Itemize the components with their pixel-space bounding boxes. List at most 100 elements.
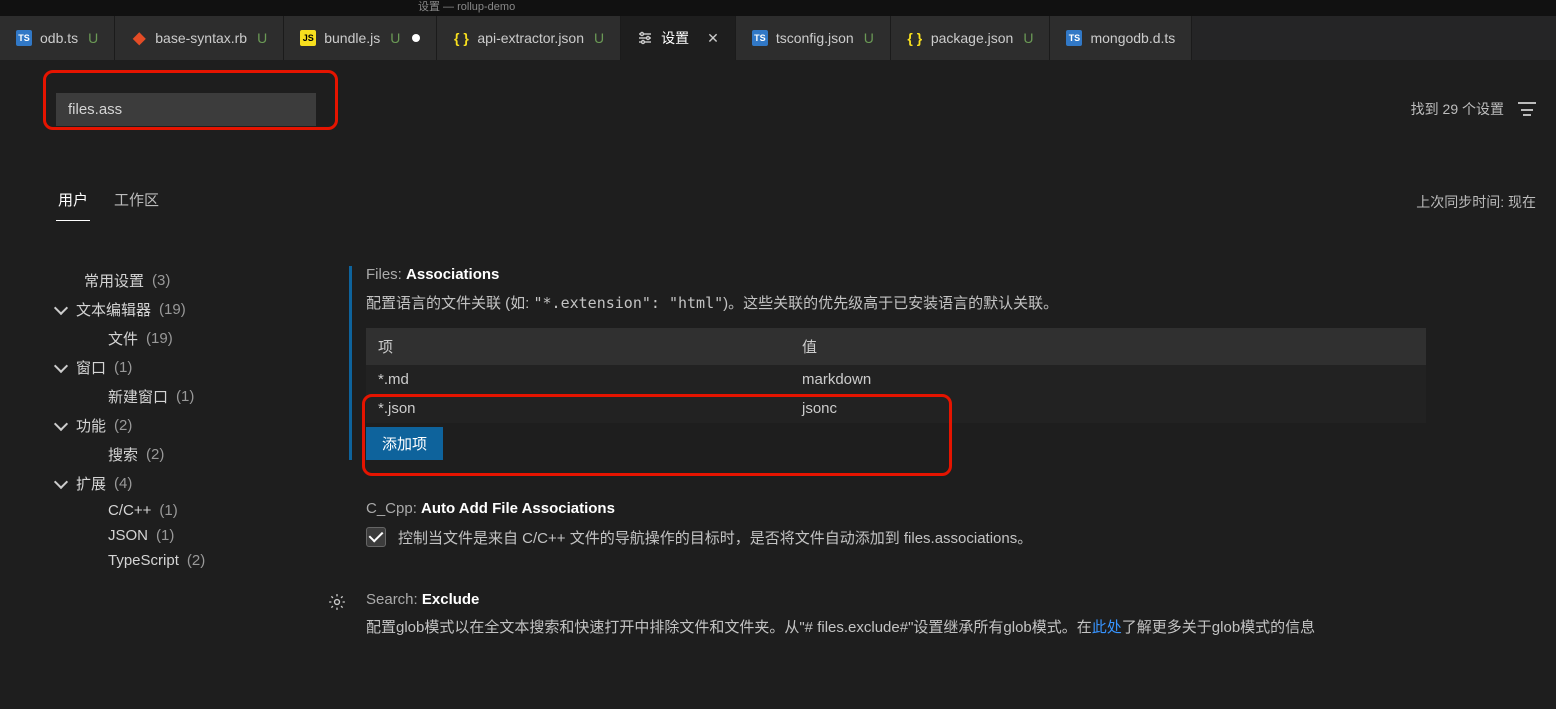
typescript-icon: TS — [752, 30, 768, 46]
chevron-down-icon — [54, 417, 68, 431]
tab-label: mongodb.d.ts — [1090, 30, 1175, 46]
assoc-key: *.md — [366, 365, 790, 394]
git-status-badge: U — [88, 30, 98, 46]
git-status-badge: U — [257, 30, 267, 46]
tree-item-file[interactable]: 文件 (19) — [56, 324, 326, 353]
setting-title-prefix: Search: — [366, 591, 422, 608]
tree-label: 窗口 — [76, 357, 106, 378]
tree-count: (19) — [146, 330, 173, 347]
settings-list: Files: Associations 配置语言的文件关联 (如: "*.ext… — [366, 266, 1556, 709]
tree-count: (2) — [187, 552, 205, 569]
close-icon[interactable]: ✕ — [707, 30, 719, 47]
tab-label: 设置 — [661, 28, 689, 48]
editor-tab[interactable]: { } api-extractor.json U — [437, 16, 621, 60]
tab-label: package.json — [931, 30, 1014, 46]
tree-count: (1) — [156, 527, 174, 544]
tree-item-cpp[interactable]: C/C++ (1) — [56, 498, 326, 523]
settings-scope-tabs: 用户 工作区 上次同步时间: 现在 — [56, 140, 1556, 235]
editor-tab[interactable]: TSodb.tsU — [0, 16, 115, 60]
tree-label: 扩展 — [76, 473, 106, 494]
chevron-down-icon — [54, 475, 68, 489]
setting-description: 配置语言的文件关联 (如: "*.extension": "html")。这些关… — [366, 291, 1536, 316]
editor-tab[interactable]: JSbundle.jsU — [284, 16, 437, 60]
chevron-down-icon — [54, 301, 68, 315]
tree-count: (2) — [114, 417, 132, 434]
git-status-badge: U — [594, 30, 604, 46]
typescript-icon: TS — [1066, 30, 1082, 46]
tree-label: 功能 — [76, 415, 106, 436]
scope-tab-user[interactable]: 用户 — [56, 183, 90, 221]
table-header-key: 项 — [366, 328, 790, 365]
checkbox-ccpp-autoadd[interactable] — [366, 527, 386, 547]
editor-tab[interactable]: ◆ base-syntax.rb U — [115, 16, 284, 60]
editor-tab[interactable]: { }package.jsonU — [891, 16, 1051, 60]
editor-tab-bar: TSodb.tsU◆base-syntax.rbUJSbundle.jsU{ }… — [0, 16, 1556, 60]
setting-title-name: Associations — [406, 266, 499, 283]
tab-label: base-syntax.rb — [155, 30, 247, 46]
tab-label: tsconfig.json — [776, 30, 854, 46]
tree-item-typescript[interactable]: TypeScript (2) — [56, 548, 326, 573]
table-header-val: 值 — [790, 328, 1426, 365]
desc-code: "*.extension": "html" — [534, 294, 724, 312]
sliders-icon — [637, 30, 653, 46]
ruby-icon: ◆ — [131, 30, 147, 46]
table-row[interactable]: *.mdmarkdown — [366, 365, 1426, 394]
editor-tab[interactable]: TS tsconfig.json U — [736, 16, 891, 60]
setting-title-prefix: Files: — [366, 266, 406, 283]
tree-count: (4) — [114, 475, 132, 492]
setting-title: Files: Associations — [366, 266, 1536, 283]
gear-icon[interactable] — [328, 593, 346, 611]
tree-item-newwindow[interactable]: 新建窗口 (1) — [56, 382, 326, 411]
tree-item-text-editor[interactable]: 文本编辑器 (19) — [56, 295, 326, 324]
tree-label: 文本编辑器 — [76, 299, 151, 320]
assoc-key: *.json — [366, 394, 790, 423]
tree-item-features[interactable]: 功能 (2) — [56, 411, 326, 440]
setting-description: 控制当文件是来自 C/C++ 文件的导航操作的目标时，是否将文件自动添加到 fi… — [398, 527, 1032, 551]
assoc-value: jsonc — [790, 394, 1426, 423]
tree-label: 新建窗口 — [108, 386, 168, 407]
javascript-icon: JS — [300, 30, 316, 46]
tree-count: (1) — [176, 388, 194, 405]
tree-label: C/C++ — [108, 502, 151, 519]
tree-item-search[interactable]: 搜索 (2) — [56, 440, 326, 469]
setting-files-associations: Files: Associations 配置语言的文件关联 (如: "*.ext… — [349, 266, 1536, 460]
add-item-button[interactable]: 添加项 — [366, 427, 443, 460]
filter-icon[interactable] — [1518, 102, 1536, 116]
setting-search-exclude: Search: Exclude 配置glob模式以在全文本搜索和快速打开中排除文… — [366, 591, 1536, 640]
tree-label: 文件 — [108, 328, 138, 349]
table-row[interactable]: *.jsonjsonc — [366, 394, 1426, 423]
editor-tab[interactable]: TS mongodb.d.ts — [1050, 16, 1192, 60]
tab-label: odb.ts — [40, 30, 78, 46]
desc-text: 配置语言的文件关联 (如: — [366, 295, 534, 312]
tree-count: (3) — [152, 272, 170, 289]
tab-label: api-extractor.json — [477, 30, 584, 46]
scope-tab-workspace[interactable]: 工作区 — [112, 183, 161, 220]
json-icon: { } — [453, 30, 469, 46]
editor-tab[interactable]: 设置 ✕ — [621, 16, 736, 60]
tree-item-common[interactable]: 常用设置 (3) — [56, 266, 326, 295]
setting-title: Search: Exclude — [366, 591, 1536, 608]
tree-label: 常用设置 — [84, 270, 144, 291]
git-status-badge: U — [1023, 30, 1033, 46]
tree-count: (2) — [146, 446, 164, 463]
setting-description: 配置glob模式以在全文本搜索和快速打开中排除文件和文件夹。从"# files.… — [366, 616, 1536, 640]
tree-item-extensions[interactable]: 扩展 (4) — [56, 469, 326, 498]
setting-ccpp-auto-add: C_Cpp: Auto Add File Associations 控制当文件是… — [366, 500, 1536, 551]
desc-text: 配置glob模式以在全文本搜索和快速打开中排除文件和文件夹。从"# files.… — [366, 619, 1092, 636]
tree-item-json[interactable]: JSON (1) — [56, 523, 326, 548]
git-status-badge: U — [864, 30, 874, 46]
tree-count: (1) — [159, 502, 177, 519]
settings-search-input[interactable] — [56, 93, 316, 126]
setting-title-name: Exclude — [422, 591, 480, 608]
git-status-badge: U — [390, 30, 400, 46]
window-title: 设置 — rollup-demo — [0, 0, 1556, 16]
assoc-value: markdown — [790, 365, 1426, 394]
settings-search-result-count: 找到 29 个设置 — [1411, 99, 1504, 119]
desc-text: )。这些关联的优先级高于已安装语言的默认关联。 — [723, 295, 1058, 312]
setting-title: C_Cpp: Auto Add File Associations — [366, 500, 1536, 517]
learn-more-link[interactable]: 此处 — [1092, 619, 1122, 636]
tree-label: TypeScript — [108, 552, 179, 569]
desc-text: 了解更多关于glob模式的信息 — [1122, 619, 1315, 636]
chevron-down-icon — [54, 359, 68, 373]
tree-item-window[interactable]: 窗口 (1) — [56, 353, 326, 382]
